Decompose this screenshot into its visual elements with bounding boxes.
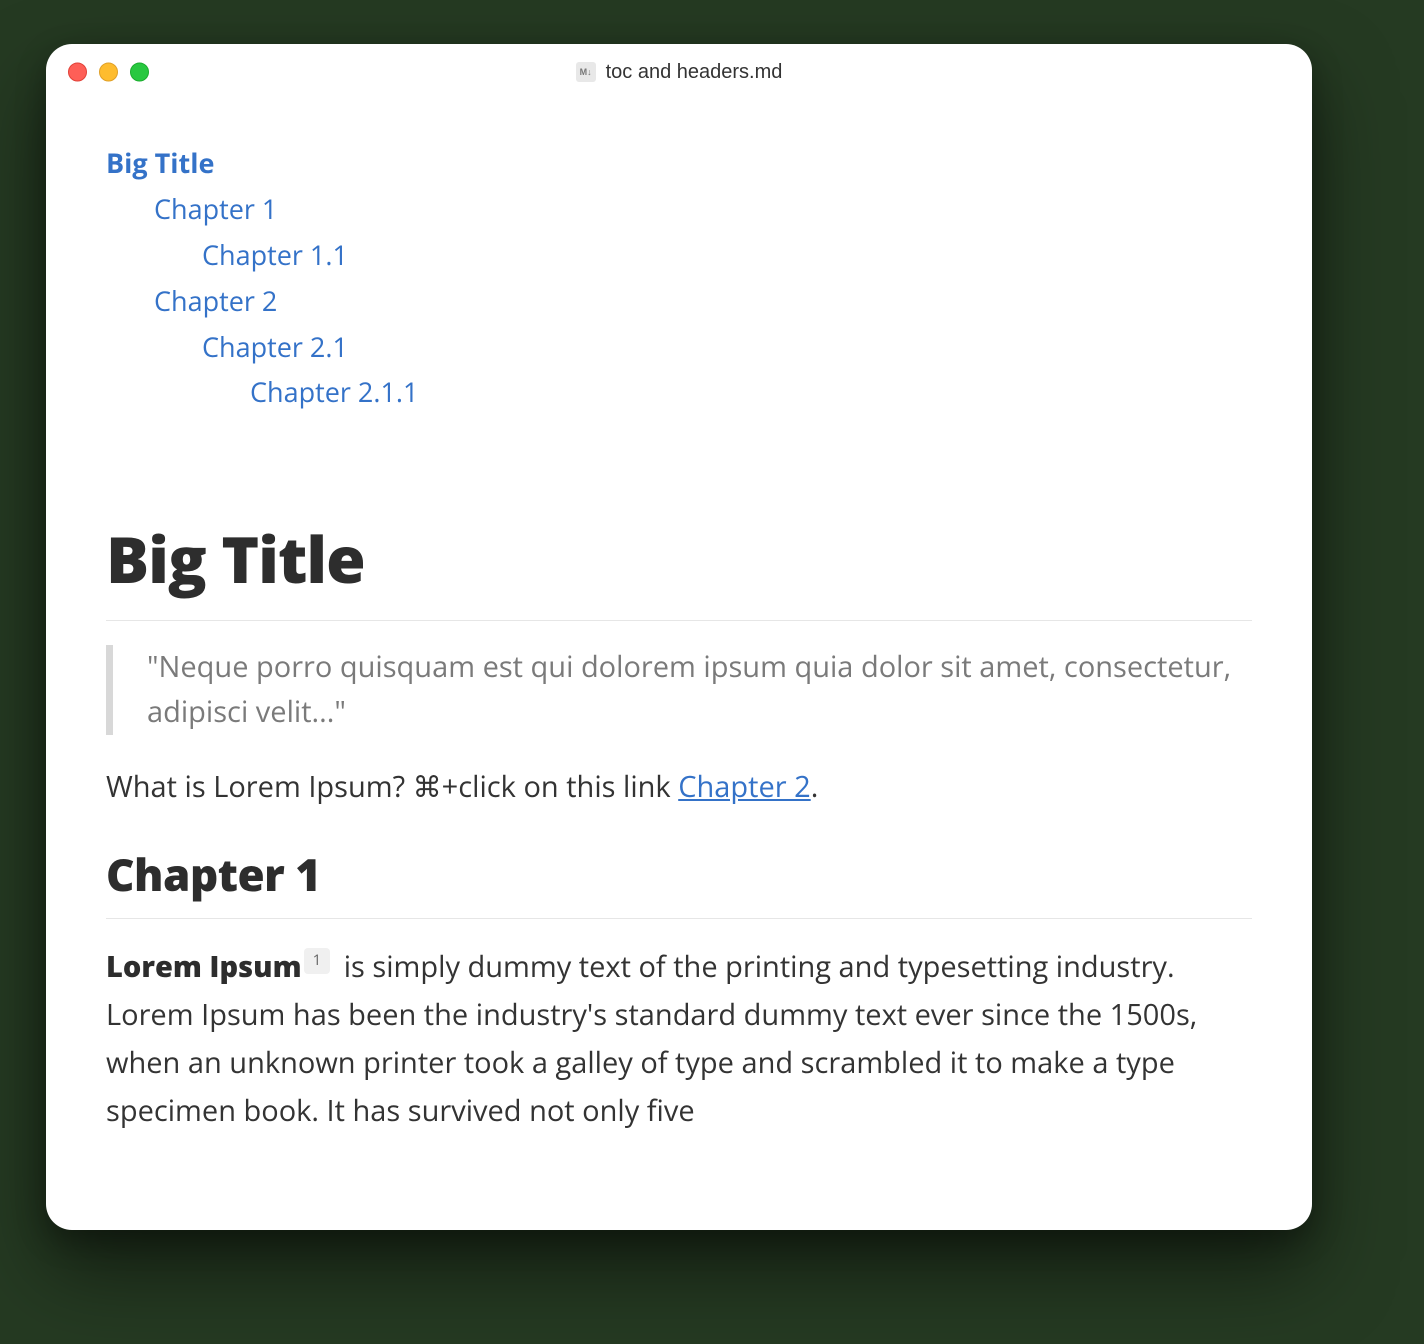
heading-big-title: Big Title — [106, 515, 1252, 602]
table-of-contents: Big Title Chapter 1 Chapter 1.1 Chapter … — [106, 140, 1252, 415]
window-title-group: M↓ toc and headers.md — [576, 61, 783, 84]
toc-link-chapter-1[interactable]: Chapter 1 — [154, 190, 277, 227]
blockquote: "Neque porro quisquam est qui dolorem ip… — [106, 645, 1252, 735]
footnote-ref-1[interactable]: 1 — [304, 948, 331, 974]
intro-text: What is Lorem Ipsum? ⌘+click on this lin… — [106, 767, 678, 806]
intro-suffix: . — [811, 767, 819, 806]
toc-link-big-title[interactable]: Big Title — [106, 144, 214, 181]
window-controls — [68, 63, 149, 82]
document-content: Big Title Chapter 1 Chapter 1.1 Chapter … — [46, 100, 1312, 1230]
file-icon: M↓ — [576, 62, 596, 82]
link-chapter-2[interactable]: Chapter 2 — [678, 767, 811, 806]
toc-link-chapter-2-1[interactable]: Chapter 2.1 — [202, 328, 348, 365]
minimize-button[interactable] — [99, 63, 118, 82]
intro-paragraph: What is Lorem Ipsum? ⌘+click on this lin… — [106, 765, 1252, 810]
lorem-ipsum-strong: Lorem Ipsum — [106, 947, 302, 986]
divider — [106, 620, 1252, 621]
chapter-1-paragraph: Lorem Ipsum1 is simply dummy text of the… — [106, 943, 1252, 1134]
toc-link-chapter-2-1-1[interactable]: Chapter 2.1.1 — [250, 373, 418, 410]
app-window: M↓ toc and headers.md Big Title Chapter … — [46, 44, 1312, 1230]
window-title: toc and headers.md — [606, 61, 783, 84]
heading-chapter-1: Chapter 1 — [106, 844, 1252, 904]
divider — [106, 918, 1252, 919]
close-button[interactable] — [68, 63, 87, 82]
maximize-button[interactable] — [130, 63, 149, 82]
toc-link-chapter-2[interactable]: Chapter 2 — [154, 282, 277, 319]
titlebar: M↓ toc and headers.md — [46, 44, 1312, 100]
toc-link-chapter-1-1[interactable]: Chapter 1.1 — [202, 236, 348, 273]
